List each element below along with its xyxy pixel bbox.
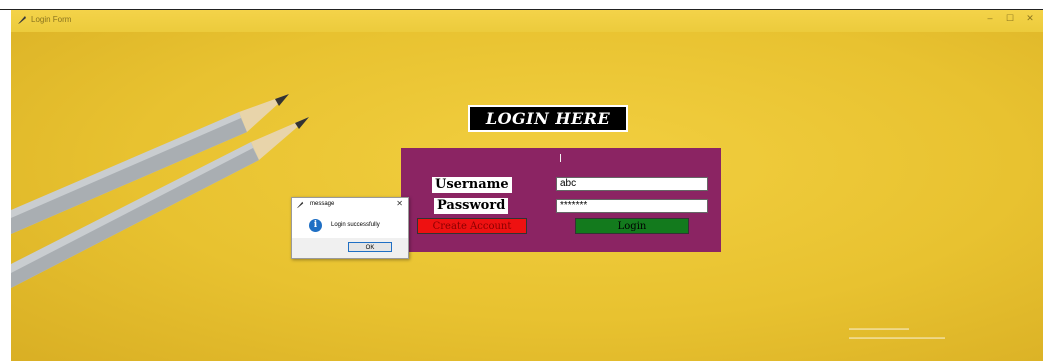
feather-icon	[296, 201, 304, 209]
dialog-message: Login successfully	[331, 222, 380, 228]
window-title: Login Form	[31, 15, 72, 24]
minimize-button[interactable]: –	[981, 13, 999, 23]
message-dialog: message ✕ i Login successfully OK	[291, 197, 409, 259]
dialog-body: i Login successfully	[292, 212, 408, 238]
panel-mark	[560, 154, 561, 162]
dialog-title: message	[310, 201, 335, 207]
dialog-title-bar: message ✕	[292, 198, 408, 213]
top-border	[0, 0, 1043, 10]
login-heading: LOGIN HERE	[468, 105, 628, 132]
dialog-close-button[interactable]: ✕	[396, 199, 403, 208]
ok-button[interactable]: OK	[348, 242, 392, 252]
maximize-button[interactable]: ☐	[1001, 13, 1019, 24]
activate-windows-watermark: ▬▬▬▬▬▬▬▬▬▬ ▬▬▬▬▬▬▬▬▬▬▬▬▬▬▬▬	[849, 326, 945, 341]
password-label: Password	[434, 198, 509, 214]
app-window: Login Form – ☐ ✕ LOGIN HERE Username abc…	[11, 10, 1043, 361]
title-bar: Login Form – ☐ ✕	[11, 10, 1043, 32]
username-field[interactable]: abc	[556, 177, 708, 191]
login-button[interactable]: Login	[575, 218, 689, 234]
heading-text: LOGIN HERE	[485, 109, 611, 128]
feather-icon	[18, 16, 26, 24]
create-account-button[interactable]: Create Account	[417, 218, 527, 234]
username-label: Username	[432, 177, 512, 193]
pencils-image	[11, 94, 309, 288]
password-field[interactable]: *******	[556, 199, 708, 213]
dialog-footer: OK	[292, 238, 408, 258]
info-icon: i	[309, 219, 322, 232]
login-panel: Username abc Password ******* Create Acc…	[401, 148, 721, 252]
close-window-button[interactable]: ✕	[1021, 13, 1039, 24]
